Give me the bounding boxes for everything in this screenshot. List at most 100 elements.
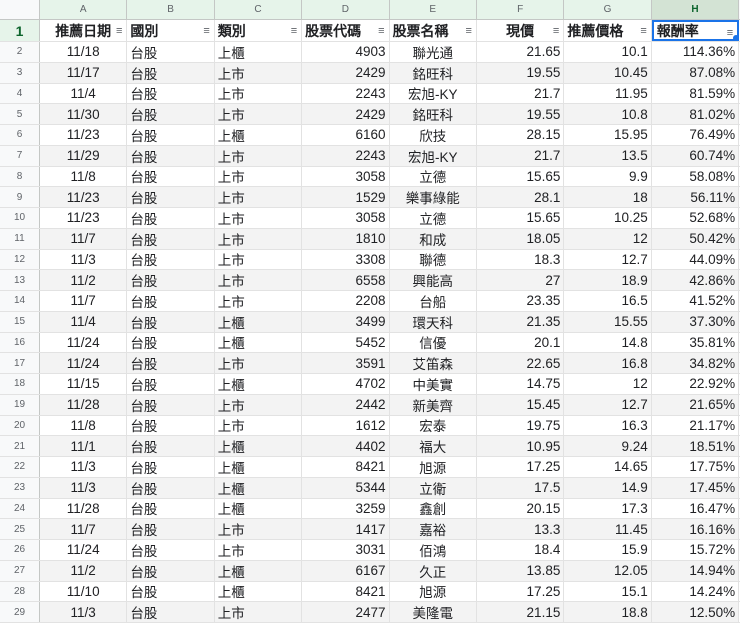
- table-cell[interactable]: 4402: [302, 436, 390, 456]
- table-cell[interactable]: 11/24: [40, 332, 128, 353]
- table-cell[interactable]: 3058: [302, 166, 390, 187]
- table-cell[interactable]: 4702: [302, 374, 390, 394]
- table-cell[interactable]: 15.65: [477, 208, 565, 228]
- table-cell[interactable]: 台股: [127, 145, 215, 166]
- table-cell[interactable]: 19.75: [477, 415, 565, 436]
- table-cell[interactable]: 台股: [127, 228, 215, 249]
- row-header[interactable]: 19: [0, 394, 40, 415]
- table-cell[interactable]: 11/28: [40, 498, 128, 519]
- table-cell[interactable]: 聯光通: [390, 42, 477, 62]
- table-cell[interactable]: 11/24: [40, 540, 128, 560]
- table-cell[interactable]: 11/10: [40, 581, 128, 602]
- row-header[interactable]: 15: [0, 311, 40, 332]
- table-cell[interactable]: 上櫃: [215, 125, 303, 145]
- table-cell[interactable]: 11/29: [40, 145, 128, 166]
- table-cell[interactable]: 信優: [390, 332, 477, 353]
- header-cell[interactable]: 國別 ≡: [127, 20, 215, 41]
- table-cell[interactable]: 11/17: [40, 62, 128, 83]
- table-cell[interactable]: 立衛: [389, 477, 477, 498]
- table-cell[interactable]: 中美實: [390, 374, 477, 394]
- row-header[interactable]: 26: [0, 540, 40, 560]
- table-cell[interactable]: 15.95: [564, 125, 652, 145]
- table-cell[interactable]: 環天科: [389, 311, 477, 332]
- table-cell[interactable]: 20.15: [477, 498, 565, 519]
- table-cell[interactable]: 52.68%: [652, 208, 740, 228]
- table-cell[interactable]: 11/2: [40, 270, 128, 290]
- table-cell[interactable]: 28.15: [477, 125, 565, 145]
- table-cell[interactable]: 台股: [127, 208, 215, 228]
- table-cell[interactable]: 12: [564, 374, 652, 394]
- table-cell[interactable]: 樂事綠能: [389, 187, 477, 207]
- table-cell[interactable]: 15.55: [564, 311, 652, 332]
- table-cell[interactable]: 上市: [214, 394, 303, 415]
- table-cell[interactable]: 21.7: [477, 83, 565, 104]
- filter-icon[interactable]: ≡: [378, 25, 384, 37]
- table-cell[interactable]: 立德: [390, 208, 477, 228]
- table-cell[interactable]: 1417: [302, 519, 390, 539]
- table-cell[interactable]: 旭源: [390, 581, 477, 602]
- table-cell[interactable]: 21.35: [476, 311, 565, 332]
- table-cell[interactable]: 宏旭-KY: [389, 145, 477, 166]
- table-cell[interactable]: 台股: [127, 187, 215, 207]
- table-cell[interactable]: 上市: [214, 104, 303, 124]
- table-cell[interactable]: 15.1: [564, 581, 652, 602]
- table-cell[interactable]: 台股: [127, 457, 215, 477]
- table-cell[interactable]: 上櫃: [214, 560, 303, 581]
- table-cell[interactable]: 22.65: [476, 353, 565, 373]
- table-cell[interactable]: 11/7: [40, 228, 128, 249]
- table-cell[interactable]: 11/28: [40, 394, 128, 415]
- table-cell[interactable]: 2429: [302, 104, 390, 124]
- table-cell[interactable]: 14.94%: [651, 560, 740, 581]
- row-header[interactable]: 18: [0, 374, 40, 394]
- table-cell[interactable]: 11/3: [40, 477, 128, 498]
- table-cell[interactable]: 114.36%: [652, 42, 740, 62]
- table-cell[interactable]: 1612: [302, 415, 390, 436]
- table-cell[interactable]: 18.8: [564, 602, 652, 622]
- table-cell[interactable]: 11/3: [40, 249, 128, 270]
- table-cell[interactable]: 16.8: [564, 353, 652, 373]
- table-cell[interactable]: 22.92%: [652, 374, 740, 394]
- table-cell[interactable]: 上市: [214, 270, 303, 290]
- table-cell[interactable]: 台股: [127, 498, 215, 519]
- table-cell[interactable]: 18.05: [476, 228, 565, 249]
- table-cell[interactable]: 上市: [214, 353, 303, 373]
- table-cell[interactable]: 台股: [127, 270, 215, 290]
- table-cell[interactable]: 10.25: [564, 208, 652, 228]
- table-cell[interactable]: 19.55: [476, 62, 565, 83]
- table-cell[interactable]: 2243: [302, 83, 390, 104]
- table-cell[interactable]: 上市: [215, 249, 303, 270]
- table-cell[interactable]: 台股: [127, 42, 215, 62]
- table-cell[interactable]: 台股: [127, 560, 215, 581]
- table-cell[interactable]: 41.52%: [652, 291, 740, 311]
- table-cell[interactable]: 上市: [214, 519, 303, 539]
- table-cell[interactable]: 美隆電: [389, 602, 477, 622]
- table-cell[interactable]: 8421: [302, 581, 390, 602]
- header-cell[interactable]: 推薦價格 ≡: [564, 20, 652, 41]
- table-cell[interactable]: 11/2: [40, 560, 128, 581]
- table-cell[interactable]: 上市: [215, 291, 303, 311]
- select-all-corner[interactable]: [0, 0, 40, 19]
- table-cell[interactable]: 台股: [127, 125, 215, 145]
- table-cell[interactable]: 上櫃: [215, 498, 303, 519]
- table-cell[interactable]: 13.5: [564, 145, 652, 166]
- table-cell[interactable]: 11/8: [40, 415, 128, 436]
- table-cell[interactable]: 10.95: [476, 436, 565, 456]
- table-cell[interactable]: 15.72%: [652, 540, 740, 560]
- column-header-F[interactable]: F: [476, 0, 565, 19]
- table-cell[interactable]: 台股: [127, 477, 215, 498]
- header-cell[interactable]: 類別 ≡: [215, 20, 303, 41]
- row-header[interactable]: 8: [0, 166, 40, 187]
- table-cell[interactable]: 上市: [215, 208, 303, 228]
- table-cell[interactable]: 鑫創: [390, 498, 477, 519]
- table-cell[interactable]: 上櫃: [215, 42, 303, 62]
- table-cell[interactable]: 上櫃: [215, 332, 303, 353]
- row-header[interactable]: 14: [0, 291, 40, 311]
- table-cell[interactable]: 11/23: [40, 187, 128, 207]
- table-cell[interactable]: 台股: [127, 581, 215, 602]
- row-header[interactable]: 29: [0, 602, 40, 622]
- row-header[interactable]: 28: [0, 581, 40, 602]
- table-cell[interactable]: 60.74%: [651, 145, 740, 166]
- table-cell[interactable]: 21.15: [476, 602, 565, 622]
- table-cell[interactable]: 3591: [302, 353, 390, 373]
- table-cell[interactable]: 2208: [302, 291, 390, 311]
